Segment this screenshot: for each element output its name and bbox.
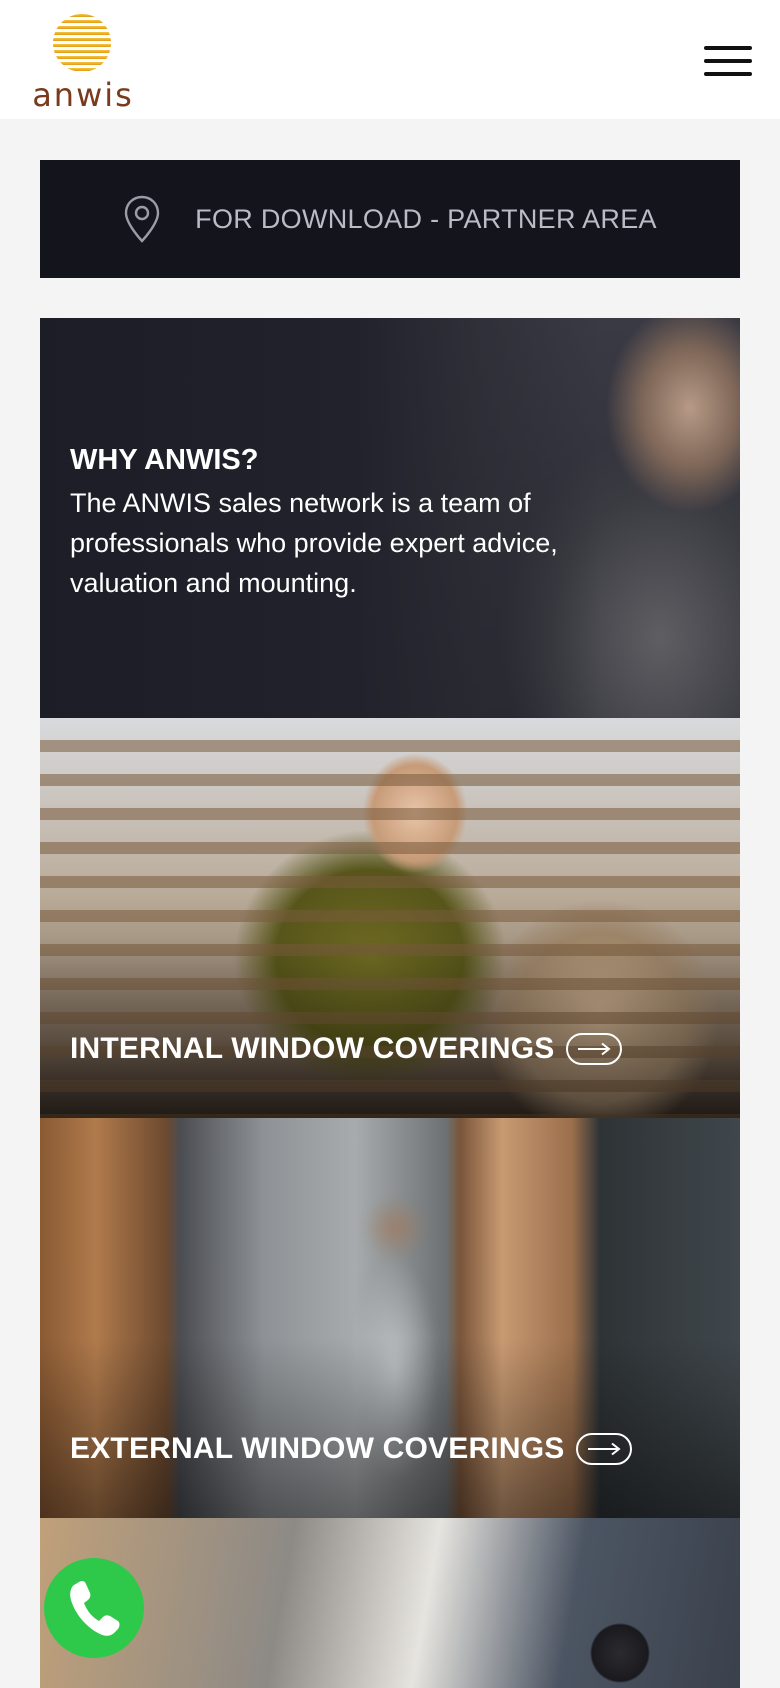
partner-area-label: FOR DOWNLOAD - PARTNER AREA xyxy=(195,203,657,234)
logo-wordmark: anwis xyxy=(32,76,134,114)
internal-coverings-label: INTERNAL WINDOW COVERINGS xyxy=(70,1032,555,1065)
sun-logo-icon xyxy=(53,14,111,71)
arrow-right-icon[interactable] xyxy=(566,1033,623,1065)
hamburger-icon-line xyxy=(704,72,752,76)
why-anwis-text: The ANWIS sales network is a team of pro… xyxy=(70,488,558,598)
location-pin-icon xyxy=(124,195,160,243)
call-button[interactable] xyxy=(44,1558,144,1658)
hamburger-icon-line xyxy=(704,59,752,63)
external-window-coverings-tile[interactable]: EXTERNAL WINDOW COVERINGS xyxy=(40,1118,740,1518)
hamburger-menu-button[interactable] xyxy=(704,44,756,80)
site-header: anwis xyxy=(0,0,780,119)
next-category-tile[interactable] xyxy=(40,1518,740,1688)
partner-area-link[interactable]: FOR DOWNLOAD - PARTNER AREA xyxy=(40,160,740,278)
external-coverings-label: EXTERNAL WINDOW COVERINGS xyxy=(70,1432,565,1465)
why-anwis-section: WHY ANWIS? The ANWIS sales network is a … xyxy=(40,318,740,718)
why-anwis-title: WHY ANWIS? xyxy=(70,444,259,476)
anwis-logo[interactable]: anwis xyxy=(18,14,148,114)
external-coverings-link[interactable]: EXTERNAL WINDOW COVERINGS xyxy=(70,1432,633,1466)
arrow-right-icon[interactable] xyxy=(576,1433,633,1465)
next-category-image xyxy=(40,1518,740,1688)
phone-icon xyxy=(70,1580,120,1636)
internal-coverings-link[interactable]: INTERNAL WINDOW COVERINGS xyxy=(70,1032,623,1066)
hamburger-icon-line xyxy=(704,46,752,50)
internal-window-coverings-tile[interactable]: INTERNAL WINDOW COVERINGS xyxy=(40,718,740,1118)
